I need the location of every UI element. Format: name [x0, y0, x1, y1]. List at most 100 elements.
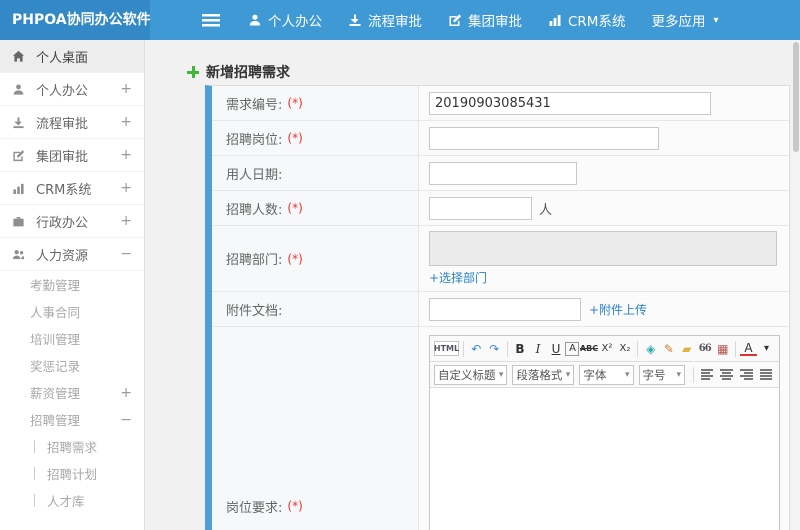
sidebar-item-recruitment[interactable]: 招聘管理 − — [0, 406, 144, 433]
bold-button[interactable]: B — [511, 339, 528, 359]
collapse-toggle-icon[interactable]: − — [116, 412, 132, 428]
sidebar-item-label: 行政办公 — [36, 215, 89, 231]
scrollbar-thumb[interactable] — [793, 42, 799, 152]
underline-button[interactable]: U — [547, 339, 564, 359]
label-text: 附件文档: — [226, 303, 283, 319]
redo-icon[interactable]: ↷ — [486, 339, 503, 359]
sidebar-item-training[interactable]: 培训管理 — [0, 325, 144, 352]
main-content: 新增招聘需求 需求编号: (*) 招聘岗位: (*) — [145, 40, 800, 530]
sidebar-item-crm-system[interactable]: CRM系统 + — [0, 172, 144, 205]
separator — [693, 366, 694, 383]
sidebar-item-label: 个人桌面 — [36, 50, 89, 66]
eraser-icon[interactable]: ◈ — [642, 339, 659, 359]
heading-style-dropdown[interactable]: 自定义标题 ▾ — [434, 364, 508, 385]
attachment-input[interactable] — [429, 297, 581, 321]
align-center-icon[interactable] — [720, 369, 733, 380]
field-area: 人 — [419, 191, 789, 225]
align-justify-icon[interactable] — [759, 369, 773, 380]
sidebar-item-personal-office[interactable]: 个人办公 + — [0, 73, 144, 106]
hire-date-input[interactable] — [429, 161, 577, 185]
form-row-department: 招聘部门: (*) +选择部门 — [212, 226, 789, 292]
edit-square-icon — [12, 149, 31, 162]
font-family-dropdown[interactable]: 字体 ▾ — [579, 364, 634, 385]
required-marker: (*) — [287, 131, 303, 145]
expand-toggle-icon[interactable]: + — [116, 180, 132, 196]
nav-crm-system[interactable]: CRM系统 — [548, 10, 625, 30]
sidebar-item-hr-contract[interactable]: 人事合同 — [0, 298, 144, 325]
nav-process-approval[interactable]: 流程审批 — [348, 10, 422, 30]
sidebar-item-recruit-plan[interactable]: 招聘计划 — [0, 460, 144, 487]
label-text: 招聘人数: — [226, 202, 283, 218]
format-brush-icon[interactable]: ✎ — [660, 339, 677, 359]
vertical-scrollbar[interactable] — [792, 40, 800, 530]
field-label: 招聘部门: (*) — [212, 226, 419, 291]
italic-button[interactable]: I — [529, 339, 546, 359]
nav-group-approval[interactable]: 集团审批 — [448, 10, 522, 30]
separator — [462, 340, 464, 357]
sidebar-item-talent-pool[interactable]: 人才库 — [0, 487, 144, 514]
department-textarea[interactable] — [429, 231, 777, 266]
menu-icon[interactable] — [202, 13, 220, 27]
sidebar-item-recruit-demand[interactable]: 招聘需求 — [0, 433, 144, 460]
chart-icon — [548, 13, 562, 27]
sidebar-item-attendance[interactable]: 考勤管理 — [0, 271, 144, 298]
dropdown-value: 字号 — [642, 367, 666, 382]
expand-toggle-icon[interactable]: + — [116, 114, 132, 130]
label-text: 招聘岗位: — [226, 132, 283, 148]
form-row-attachment: 附件文档: +附件上传 — [212, 292, 789, 327]
nav-more-apps[interactable]: 更多应用 ▾ — [651, 10, 718, 30]
collapse-toggle-icon[interactable]: − — [116, 246, 132, 262]
font-button[interactable]: A — [565, 341, 580, 356]
dropdown-value: 字体 — [583, 367, 607, 382]
editor-toolbar-row1: HTML ↶ ↷ B I U A ABC X² X₂ ◈ ✎ ▰ 66 ▦ A … — [430, 336, 779, 362]
html-source-button[interactable]: HTML — [434, 341, 459, 356]
chevron-down-icon[interactable]: ▾ — [758, 339, 775, 359]
editor-content-area[interactable] — [430, 388, 779, 530]
dropdown-value: 段落格式 — [516, 367, 563, 382]
align-right-icon[interactable] — [740, 369, 753, 380]
font-color-button[interactable]: A — [739, 342, 757, 356]
table-icon[interactable]: ▦ — [714, 339, 731, 359]
chevron-down-icon: ▾ — [713, 14, 719, 26]
sidebar-item-hr[interactable]: 人力资源 − — [0, 238, 144, 271]
paragraph-format-dropdown[interactable]: 段落格式 ▾ — [512, 364, 575, 385]
nav-label: CRM系统 — [568, 14, 626, 30]
expand-toggle-icon[interactable]: + — [116, 81, 132, 97]
align-left-icon[interactable] — [700, 369, 714, 380]
sidebar-item-process-approval[interactable]: 流程审批 + — [0, 106, 144, 139]
superscript-button[interactable]: X² — [598, 339, 615, 359]
nav-personal-office[interactable]: 个人办公 — [248, 10, 322, 30]
app-logo: PHPOA协同办公软件 — [0, 0, 151, 40]
sidebar-item-label: 培训管理 — [30, 332, 81, 347]
expand-toggle-icon[interactable]: + — [116, 385, 132, 401]
sidebar-item-label: 人事合同 — [30, 305, 81, 320]
attachment-upload-link[interactable]: +附件上传 — [589, 301, 647, 318]
blockquote-icon[interactable]: 66 — [696, 339, 713, 359]
sidebar-item-rewards[interactable]: 奖惩记录 — [0, 352, 144, 379]
font-size-dropdown[interactable]: 字号 ▾ — [638, 364, 685, 385]
label-text: 用人日期: — [226, 167, 283, 183]
sidebar-item-group-approval[interactable]: 集团审批 + — [0, 139, 144, 172]
sidebar-item-label: CRM系统 — [36, 182, 92, 198]
expand-toggle-icon[interactable]: + — [116, 213, 132, 229]
field-label: 招聘岗位: (*) — [212, 121, 419, 155]
position-input[interactable] — [429, 126, 659, 150]
strikethrough-button[interactable]: ABC — [580, 339, 598, 359]
undo-icon[interactable]: ↶ — [468, 339, 485, 359]
demand-no-input[interactable] — [429, 91, 711, 115]
select-department-link[interactable]: +选择部门 — [429, 269, 487, 286]
sidebar-item-salary[interactable]: 薪资管理 + — [0, 379, 144, 406]
chevron-down-icon: ▾ — [676, 369, 681, 380]
editor-toolbar-row2: 自定义标题 ▾ 段落格式 ▾ 字体 ▾ 字号 ▾ — [430, 362, 779, 388]
field-label: 需求编号: (*) — [212, 86, 419, 120]
page-title-bar: 新增招聘需求 — [145, 40, 800, 85]
subscript-button[interactable]: X₂ — [616, 339, 633, 359]
app-window: PHPOA协同办公软件 个人办公 流程审批 集团审批 CRM系统 更多应用 ▾ — [0, 0, 800, 530]
highlight-icon[interactable]: ▰ — [678, 339, 695, 359]
expand-toggle-icon[interactable]: + — [116, 147, 132, 163]
headcount-input[interactable] — [429, 196, 532, 220]
sidebar-item-admin-office[interactable]: 行政办公 + — [0, 205, 144, 238]
unit-suffix: 人 — [539, 202, 553, 218]
sidebar-item-label: 个人办公 — [36, 83, 89, 99]
sidebar-item-personal-desktop[interactable]: 个人桌面 — [0, 40, 144, 73]
